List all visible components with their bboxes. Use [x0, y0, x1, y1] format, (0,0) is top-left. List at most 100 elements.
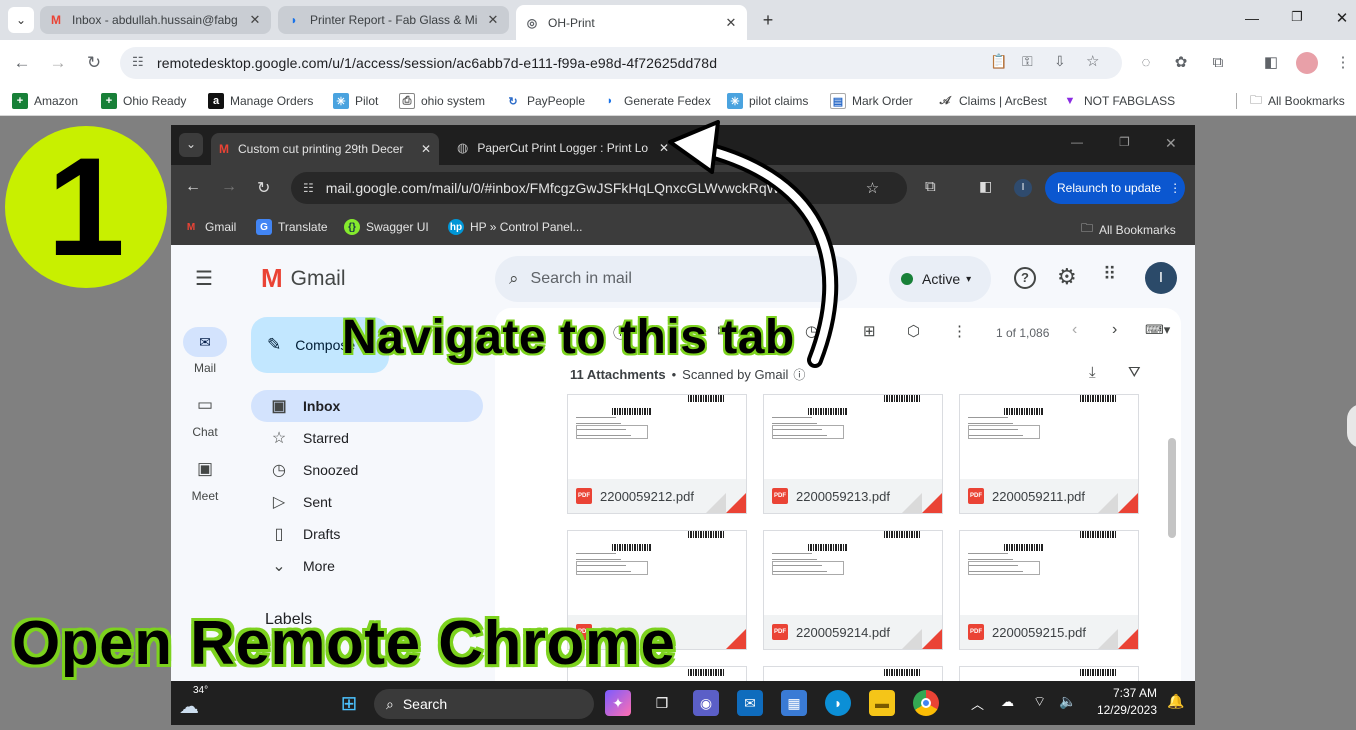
chrome-icon[interactable]	[913, 690, 939, 716]
bookmark-item[interactable]: ▼ NOT FABGLASS	[1062, 91, 1175, 111]
gmail-logo[interactable]: M Gmail	[261, 263, 346, 294]
bookmark-item[interactable]: G Translate	[256, 219, 328, 235]
bookmark-item[interactable]: ▤ Mark Order	[830, 91, 913, 111]
nav-sent[interactable]: ▷ Sent	[251, 486, 483, 518]
extension-icon[interactable]: ✿	[1170, 52, 1192, 74]
reload-button[interactable]: ↻	[81, 50, 107, 76]
minimize-button[interactable]: —	[1071, 135, 1083, 149]
close-window-button[interactable]: ✕	[1165, 135, 1177, 152]
tab-search-button[interactable]: ⌄	[179, 133, 203, 157]
chevron-up-icon[interactable]: ︿	[971, 694, 984, 713]
download-all-icon[interactable]: ⤓	[1089, 364, 1096, 381]
volume-icon[interactable]: 🔈	[1059, 693, 1076, 710]
key-icon[interactable]: ⚿	[1022, 53, 1033, 70]
all-bookmarks[interactable]: 🗀 All Bookmarks	[1250, 91, 1345, 111]
next-page-icon[interactable]: ›	[1112, 321, 1117, 339]
settings-gear-icon[interactable]: ⚙	[1057, 264, 1077, 290]
attachment-card[interactable]: PDF 2200059212.pdf	[567, 394, 747, 514]
side-panel-icon[interactable]: ◧	[1260, 52, 1282, 74]
more-actions-icon[interactable]: ⋮	[952, 322, 967, 340]
network-icon[interactable]: ☁	[1001, 694, 1014, 710]
site-info-icon[interactable]: ☷	[303, 181, 314, 195]
forward-button[interactable]: →	[45, 50, 71, 76]
bookmark-item[interactable]: + Amazon	[12, 91, 78, 111]
restore-button[interactable]: ❐	[1119, 135, 1130, 149]
side-handle[interactable]	[1347, 404, 1356, 448]
forward-button[interactable]: →	[221, 178, 237, 196]
extensions-puzzle-icon[interactable]: ⧉	[1207, 52, 1229, 74]
add-to-drive-icon[interactable]: ⛛	[1128, 364, 1141, 381]
bookmark-item[interactable]: hp HP » Control Panel...	[448, 219, 583, 235]
extension-icon[interactable]: ◌	[1135, 52, 1157, 74]
extensions-puzzle-icon[interactable]: ⧉	[925, 178, 936, 195]
teams-icon[interactable]: ◉	[693, 690, 719, 716]
star-icon[interactable]: ☆	[866, 179, 879, 197]
bookmark-item[interactable]: + Ohio Ready	[101, 91, 186, 111]
task-view-icon[interactable]: ❐	[649, 690, 675, 716]
nav-drafts[interactable]: ▯ Drafts	[251, 518, 483, 550]
bookmark-item[interactable]: ↻ PayPeople	[505, 91, 585, 111]
store-icon[interactable]: ▦	[781, 690, 807, 716]
bookmark-item[interactable]: a Manage Orders	[208, 91, 313, 111]
mail-icon[interactable]: ✉	[737, 690, 763, 716]
close-tab-icon[interactable]: ✕	[247, 12, 263, 28]
video-icon[interactable]: ▣	[171, 459, 239, 479]
site-info-icon[interactable]: ☷	[132, 54, 144, 70]
notification-bell-icon[interactable]: 🔔	[1167, 693, 1184, 710]
back-button[interactable]: ←	[185, 178, 201, 196]
outer-tab-oh-print[interactable]: ◎ OH-Print ✕	[516, 5, 747, 40]
side-panel-icon[interactable]: ◧	[979, 178, 992, 195]
weather-widget[interactable]: ☁ 34°	[179, 685, 219, 718]
copilot-icon[interactable]: ✦	[605, 690, 631, 716]
bookmark-item[interactable]: 𝒜 Claims | ArcBest	[937, 91, 1047, 111]
tab-search-button[interactable]: ⌄	[8, 7, 34, 33]
profile-avatar[interactable]	[1296, 52, 1318, 74]
account-avatar[interactable]: I	[1145, 262, 1177, 294]
clipboard-icon[interactable]: 📋	[990, 53, 1007, 70]
nav-more[interactable]: ⌄ More	[251, 550, 483, 582]
install-icon[interactable]: ⇩	[1054, 53, 1066, 70]
new-tab-button[interactable]: +	[755, 7, 781, 33]
menu-icon[interactable]: ⋮	[1332, 52, 1354, 74]
close-tab-icon[interactable]: ✕	[723, 15, 739, 31]
star-icon[interactable]: ☆	[1086, 52, 1099, 70]
bookmark-item[interactable]: {} Swagger UI	[344, 219, 429, 235]
prev-page-icon[interactable]: ‹	[1072, 321, 1077, 339]
close-tab-icon[interactable]: ✕	[485, 12, 501, 28]
outer-address-bar[interactable]: ☷ remotedesktop.google.com/u/1/access/se…	[120, 47, 1122, 79]
attachment-card[interactable]: PDF 2200059211.pdf	[959, 394, 1139, 514]
inner-tab-gmail[interactable]: M Custom cut printing 29th Decer ✕	[211, 133, 439, 165]
main-menu-icon[interactable]: ☰	[195, 266, 213, 291]
bookmark-item[interactable]: ✳ Pilot	[333, 91, 378, 111]
keyboard-icon[interactable]: ⌨▾	[1145, 322, 1170, 338]
help-icon[interactable]: ?	[1014, 267, 1036, 289]
restore-button[interactable]: ❐	[1285, 9, 1309, 25]
rail-mail[interactable]: ✉	[183, 327, 227, 357]
minimize-button[interactable]: —	[1240, 10, 1264, 26]
attachment-card[interactable]: PDF 2200059213.pdf	[763, 394, 943, 514]
inner-tab-papercut[interactable]: ◍ PaperCut Print Logger : Print Lo ✕	[449, 133, 677, 163]
profile-avatar[interactable]: I	[1014, 179, 1032, 197]
start-windows-icon[interactable]: ⊞	[336, 690, 362, 716]
relaunch-button[interactable]: Relaunch to update ⋮	[1045, 172, 1185, 204]
clock[interactable]: 7:37 AM 12/29/2023	[1085, 685, 1157, 719]
search-icon[interactable]: ⌕	[509, 269, 519, 289]
apps-grid-icon[interactable]: ⠿	[1103, 264, 1116, 285]
bookmark-item[interactable]: ⎙ ohio system	[399, 91, 485, 111]
nav-starred[interactable]: ☆ Starred	[251, 422, 483, 454]
scrollbar-thumb[interactable]	[1168, 438, 1176, 538]
wifi-icon[interactable]: ⌔	[1033, 693, 1046, 711]
outer-tab-inbox[interactable]: M Inbox - abdullah.hussain@fabg ✕	[40, 6, 271, 34]
move-to-icon[interactable]: ⊞	[863, 322, 876, 340]
attachment-card[interactable]: PDF 2200059214.pdf	[763, 530, 943, 650]
reload-button[interactable]: ↻	[257, 178, 270, 198]
back-button[interactable]: ←	[9, 50, 35, 76]
bookmark-item[interactable]: ◗ Generate Fedex	[602, 91, 711, 111]
status-selector[interactable]: Active ▾	[889, 256, 991, 302]
attachment-card[interactable]: PDF 2200059215.pdf	[959, 530, 1139, 650]
close-window-button[interactable]: ✕	[1330, 9, 1354, 27]
file-explorer-icon[interactable]: ▬	[869, 690, 895, 716]
nav-inbox[interactable]: ▣ Inbox	[251, 390, 483, 422]
nav-snoozed[interactable]: ◷ Snoozed	[251, 454, 483, 486]
taskbar-search[interactable]: ⌕ Search	[374, 689, 594, 719]
